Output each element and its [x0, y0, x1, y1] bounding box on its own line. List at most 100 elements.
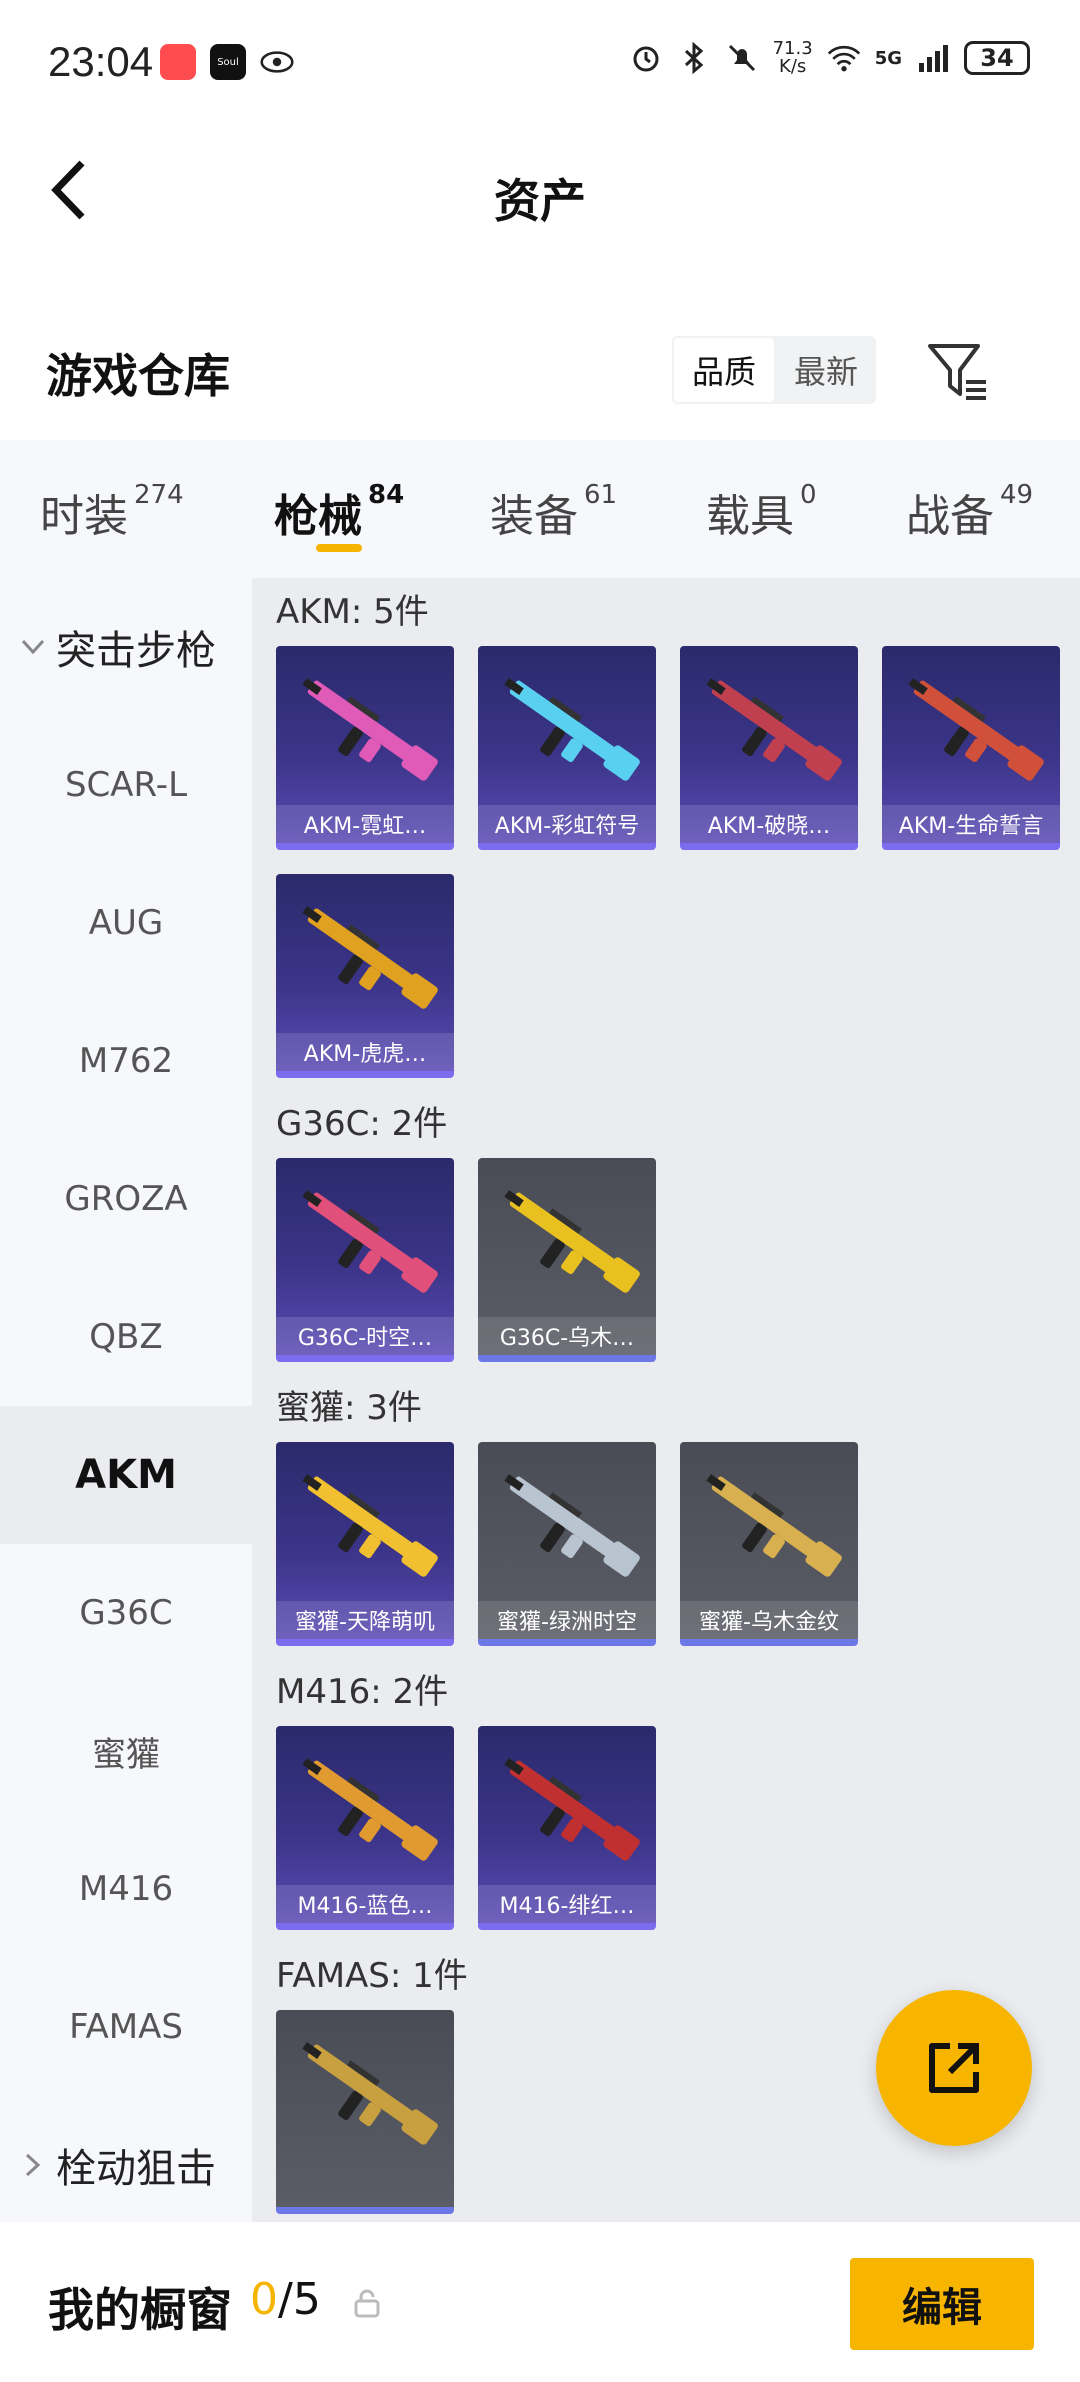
tab-firearms[interactable]: 枪械 84 [274, 480, 404, 544]
sidebar-item[interactable]: SCAR-L [0, 716, 252, 854]
rifle-icon [302, 678, 438, 781]
weapon-card-label: AKM-虎虎… [276, 1033, 454, 1071]
sidebar-item-label: M762 [78, 1041, 174, 1081]
rifle-icon [504, 1474, 640, 1577]
weapon-card[interactable]: M416-蓝色… [276, 1726, 454, 1930]
section-title: M416: 2件 [276, 1672, 449, 1712]
tab-count: 61 [584, 480, 618, 510]
sort-newest-button[interactable]: 最新 [776, 336, 876, 404]
network-type: 5G [874, 47, 902, 69]
sidebar-item[interactable]: M762 [0, 992, 252, 1130]
tab-label: 战备 [906, 491, 994, 542]
sidebar-group-0[interactable]: 突击步枪 [0, 578, 252, 716]
bluetooth-icon [677, 41, 711, 75]
weapon-card-label: AKM-霓虹… [276, 805, 454, 843]
sidebar-item[interactable]: 蜜獾 [0, 1682, 252, 1820]
sidebar-group-11[interactable]: 栓动狙击 [0, 2096, 252, 2222]
share-fab-button[interactable] [876, 1990, 1032, 2146]
showcase-current: 0 [250, 2274, 278, 2325]
page-title: 资产 [494, 174, 586, 228]
battery-icon: 34 [964, 41, 1030, 75]
rifle-icon [504, 678, 640, 781]
sidebar-item-label: QBZ [89, 1317, 163, 1357]
status-indicators: 71.3 K/s 5G 34 [629, 40, 1030, 76]
weapon-card[interactable]: 蜜獾-天降萌叽 [276, 1442, 454, 1646]
weapon-card[interactable]: AKM-霓虹… [276, 646, 454, 850]
weapon-card-label: M416-绯红… [478, 1885, 656, 1923]
sidebar-item-label: SCAR-L [64, 765, 188, 805]
rifle-icon [302, 1474, 438, 1577]
weapon-card-label: 蜜獾-天降萌叽 [276, 1601, 454, 1639]
weapon-card[interactable]: G36C-时空… [276, 1158, 454, 1362]
weapon-card-label: AKM-彩虹符号 [478, 805, 656, 843]
sort-toggle: 品质 最新 [672, 336, 876, 404]
edit-button[interactable]: 编辑 [850, 2258, 1034, 2350]
status-time: 23:04 [48, 38, 154, 85]
tab-count: 0 [800, 480, 817, 510]
weapon-card[interactable]: AKM-生命誓言 [882, 646, 1060, 850]
weapon-card[interactable]: 蜜獾-乌木金纹 [680, 1442, 858, 1646]
tab-label: 枪械 [274, 491, 362, 542]
weapon-card[interactable]: AKM-破晓… [680, 646, 858, 850]
section-title: 蜜獾: 3件 [276, 1388, 422, 1428]
sidebar-item-label: M416 [78, 1869, 174, 1909]
rifle-icon [302, 1758, 438, 1861]
sidebar-item[interactable]: G36C [0, 1544, 252, 1682]
weapon-card-label: 蜜獾-乌木金纹 [680, 1601, 858, 1639]
sidebar-item[interactable]: FAMAS [0, 1958, 252, 2096]
filter-button[interactable] [926, 340, 990, 404]
status-app-icons: Soul [160, 44, 294, 80]
weapon-card-label: M416-蓝色… [276, 1885, 454, 1923]
sidebar-item[interactable]: AKM [0, 1406, 252, 1544]
category-tabs: 时装 274 枪械 84 装备 61 载具 0 战备 49 [0, 440, 1080, 578]
rifle-icon [302, 1190, 438, 1293]
chevron-right-icon [20, 2152, 46, 2178]
warehouse-title: 游戏仓库 [46, 349, 230, 403]
weapon-card-label: AKM-破晓… [680, 805, 858, 843]
sort-quality-button[interactable]: 品质 [672, 336, 776, 404]
tab-equipment[interactable]: 装备 61 [490, 480, 617, 544]
sidebar-item-label: AKM [75, 1452, 177, 1498]
app-header: 资产 [0, 125, 1080, 255]
weapon-card[interactable]: 蜜獾-绿洲时空 [478, 1442, 656, 1646]
sidebar-item-label: AUG [88, 903, 164, 943]
tab-count: 274 [134, 480, 184, 510]
tab-vehicles[interactable]: 载具 0 [706, 480, 817, 544]
sidebar-item[interactable]: AUG [0, 854, 252, 992]
mute-icon [725, 41, 759, 75]
weapon-card[interactable]: AKM-彩虹符号 [478, 646, 656, 850]
signal-icon [916, 41, 950, 75]
weapon-card-label: 蜜獾-绿洲时空 [478, 1601, 656, 1639]
chevron-down-icon [20, 634, 46, 660]
section-title: G36C: 2件 [276, 1104, 448, 1144]
section-title: AKM: 5件 [276, 592, 429, 632]
rifle-icon [504, 1190, 640, 1293]
filter-icon [928, 344, 986, 400]
tab-count: 84 [368, 480, 405, 510]
section-title: FAMAS: 1件 [276, 1956, 468, 1996]
sidebar-item[interactable]: M416 [0, 1820, 252, 1958]
rifle-icon [302, 906, 438, 1009]
active-tab-indicator [316, 544, 362, 552]
weapon-card[interactable]: M416-绯红… [478, 1726, 656, 1930]
tab-fashion[interactable]: 时装 274 [40, 480, 184, 544]
sidebar-item-label: 突击步枪 [56, 628, 216, 674]
weapon-card[interactable]: G36C-乌木… [478, 1158, 656, 1362]
sidebar-item[interactable]: QBZ [0, 1268, 252, 1406]
soul-app-icon: Soul [210, 44, 246, 80]
sidebar-item[interactable]: GROZA [0, 1130, 252, 1268]
tab-combat-gear[interactable]: 战备 49 [906, 480, 1033, 544]
weapon-card[interactable] [276, 2010, 454, 2214]
showcase-count: 0/5 [250, 2274, 321, 2325]
tab-label: 时装 [40, 491, 128, 542]
shopping-bag-icon [160, 44, 196, 80]
rifle-icon [706, 1474, 842, 1577]
weapon-type-sidebar: 突击步枪 SCAR-L AUG M762 GROZA QBZ AKM G36C 蜜獾 M416 FA… [0, 578, 252, 2222]
eye-icon [260, 45, 294, 79]
sidebar-item-label: 栓动狙击 [56, 2146, 216, 2192]
weapon-card[interactable]: AKM-虎虎… [276, 874, 454, 1078]
sidebar-item-label: G36C [79, 1593, 173, 1633]
weapon-grid: AKM: 5件 AKM-霓虹… AKM-彩虹符号 AKM-破晓… AKM-生命誓言 AKM… [252, 578, 1080, 2222]
net-speed: 71.3 K/s [773, 40, 813, 76]
tab-label: 载具 [706, 491, 794, 542]
